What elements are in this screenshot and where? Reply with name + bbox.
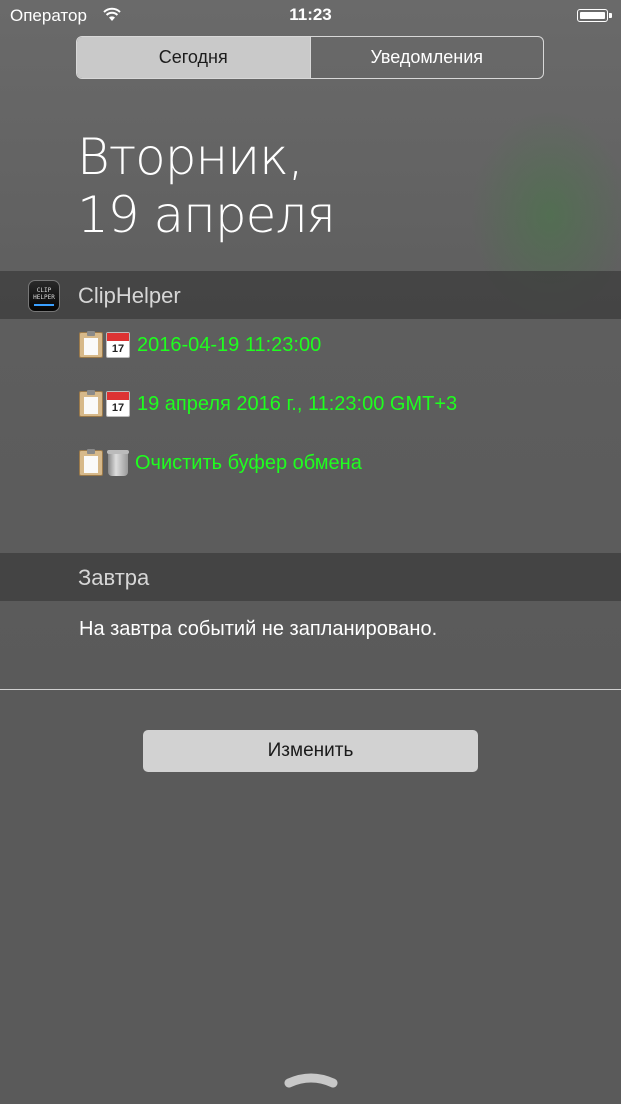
widget-header-cliphelper[interactable]: CLIP HELPER ClipHelper xyxy=(0,271,621,319)
grabber-handle-icon[interactable] xyxy=(284,1072,338,1088)
status-time: 11:23 xyxy=(289,5,332,24)
action-copy-long-date[interactable]: 17 19 апреля 2016 г., 11:23:00 GMT+3 xyxy=(79,389,457,419)
trash-icon xyxy=(107,450,129,476)
date-heading: Вторник, 19 апреля xyxy=(77,128,336,244)
action-label: 19 апреля 2016 г., 11:23:00 GMT+3 xyxy=(137,392,458,415)
tab-notifications[interactable]: Уведомления xyxy=(309,37,544,78)
widget-title: ClipHelper xyxy=(78,283,181,308)
date-weekday: Вторник, xyxy=(77,128,304,186)
no-events-message: На завтра событий не запланировано. xyxy=(79,618,438,640)
action-label: 2016-04-19 11:23:00 xyxy=(137,333,322,356)
divider xyxy=(0,689,621,690)
cliphelper-app-icon: CLIP HELPER xyxy=(28,280,60,312)
tab-today[interactable]: Сегодня xyxy=(77,37,310,78)
action-clear-clipboard[interactable]: Очистить буфер обмена xyxy=(79,448,362,478)
calendar-icon: 17 xyxy=(106,391,130,417)
clipboard-icon xyxy=(79,390,103,417)
edit-button[interactable]: Изменить xyxy=(143,730,478,772)
battery-icon xyxy=(577,9,612,22)
calendar-icon: 17 xyxy=(106,332,130,358)
view-segmented-control: Сегодня Уведомления xyxy=(76,36,544,79)
status-bar: Оператор 11:23 xyxy=(0,0,621,32)
action-copy-iso-date[interactable]: 17 2016-04-19 11:23:00 xyxy=(79,330,321,360)
tomorrow-title: Завтра xyxy=(78,565,150,590)
action-label: Очистить буфер обмена xyxy=(135,451,362,474)
date-day: 19 апреля xyxy=(77,186,336,244)
tomorrow-header: Завтра xyxy=(0,553,621,601)
clipboard-icon xyxy=(79,449,103,476)
clipboard-icon xyxy=(79,331,103,358)
